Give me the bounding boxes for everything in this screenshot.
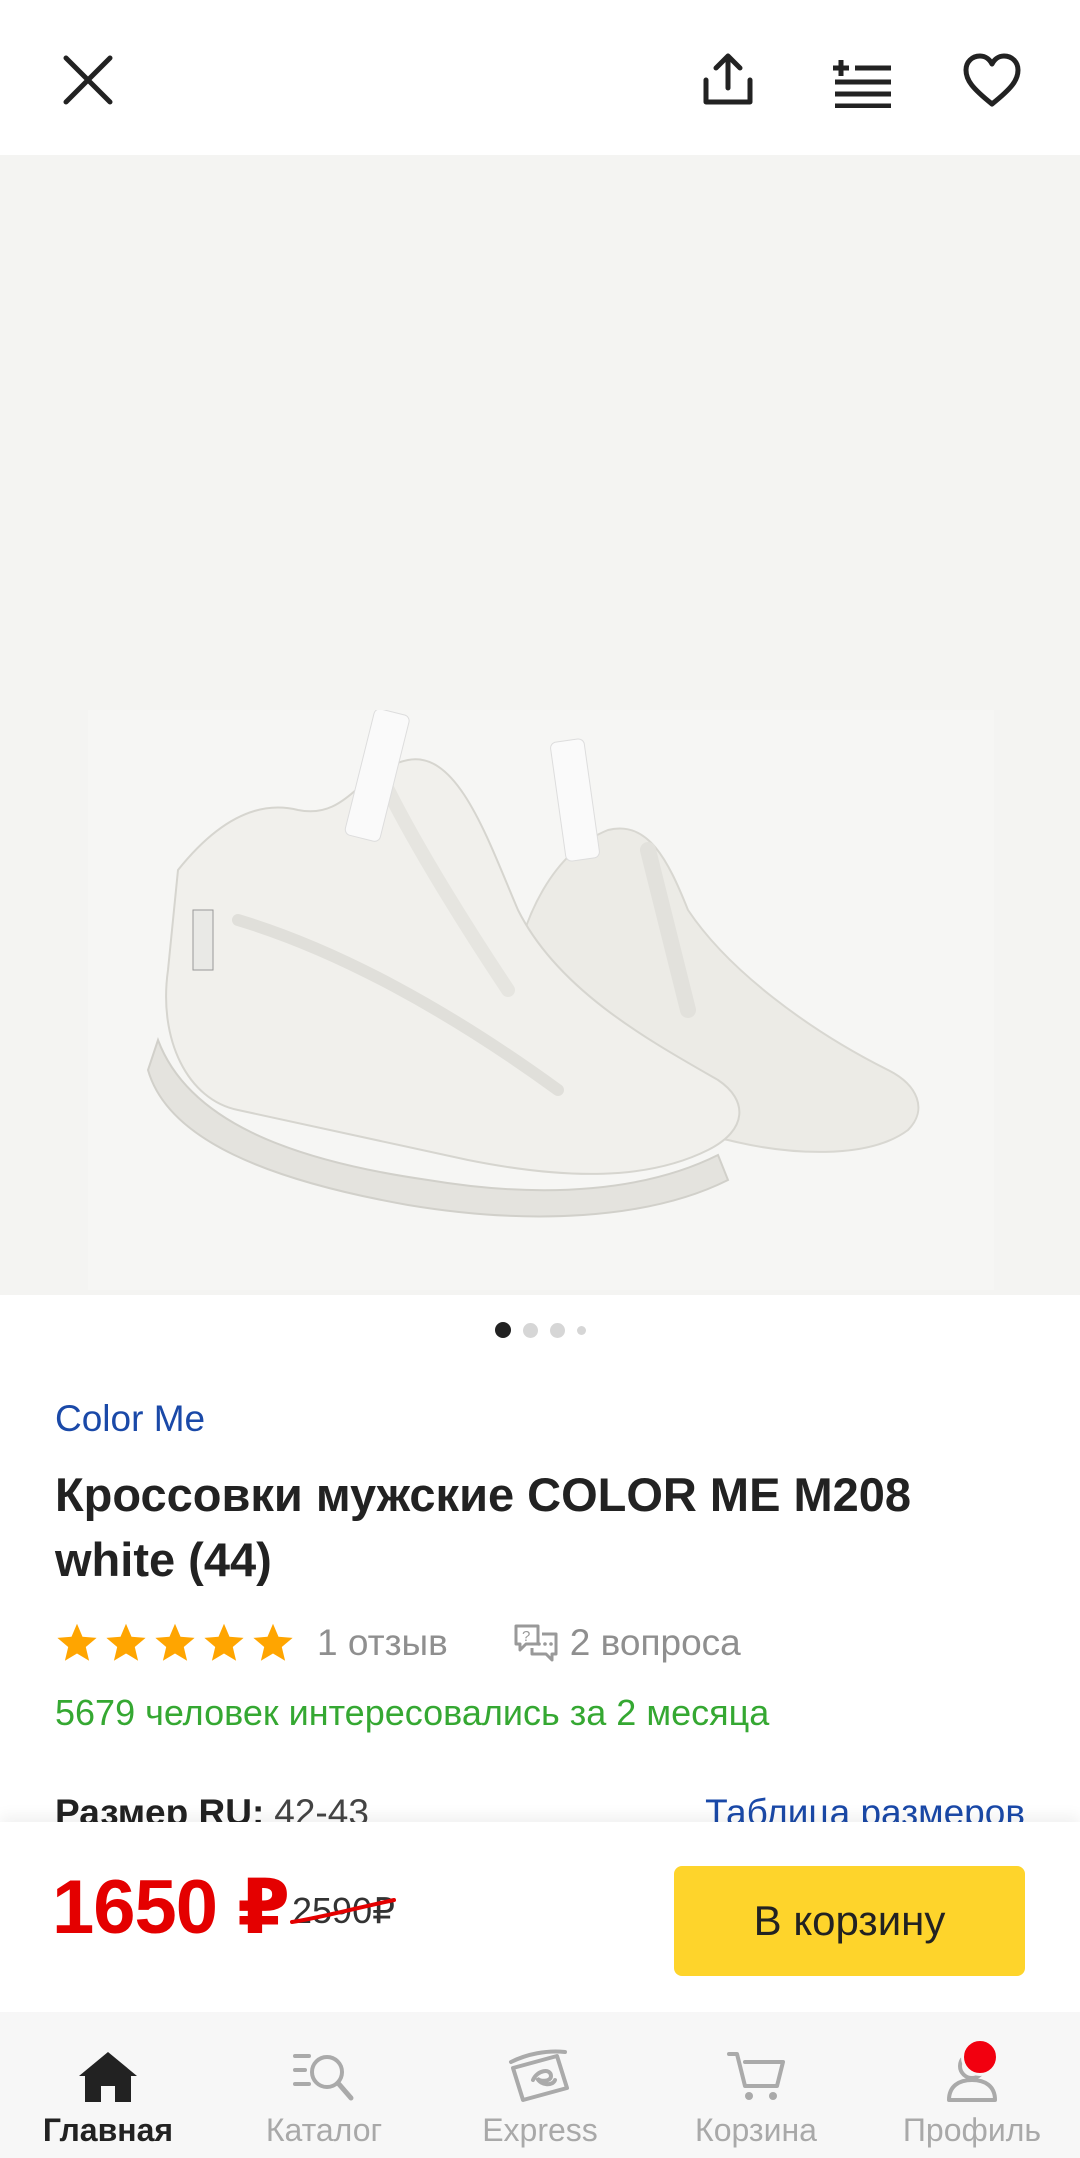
tab-cart-label: Корзина [695,2112,817,2148]
heart-icon[interactable] [952,40,1032,120]
white-sneakers-photo [88,710,994,1290]
tab-express[interactable]: Express [432,2012,648,2158]
buy-bar: 1650 ₽ 2590₽ В корзину [0,1822,1080,2012]
brand-link[interactable]: Color Me [55,1398,205,1440]
questions-icon: ? [514,1624,558,1662]
pagination-dot[interactable] [549,1322,565,1338]
current-price: 1650 ₽ [52,1865,290,1950]
rating-stars[interactable] [55,1621,295,1665]
svg-text:?: ? [522,1628,530,1645]
tab-express-label: Express [482,2112,598,2148]
top-bar [0,0,1080,155]
pagination-dot[interactable] [576,1325,586,1335]
tab-home-label: Главная [42,2112,174,2148]
star-icon [155,1623,195,1661]
tab-cart[interactable]: Корзина [648,2012,864,2158]
close-icon[interactable] [48,40,128,120]
strikethrough-mark [290,1898,396,1924]
home-icon [79,2052,137,2102]
catalog-search-icon [293,2054,354,2101]
tab-catalog[interactable]: Каталог [216,2012,432,2158]
tab-profile[interactable]: Профиль [864,2012,1080,2158]
express-icon [509,2049,569,2102]
pagination-dot-active[interactable] [494,1322,511,1338]
pagination-dot[interactable] [522,1322,538,1338]
bottom-tab-bar: Главная Каталог Express Корзина Профиль [0,2012,1080,2158]
add-to-cart-button[interactable]: В корзину [674,1866,1025,1976]
questions-label: 2 вопроса [569,1622,741,1663]
add-to-list-icon[interactable] [822,40,902,120]
reviews-link[interactable]: 1 отзыв [317,1622,448,1664]
tab-profile-label: Профиль [902,2112,1042,2148]
interest-counter: 5679 человек интересовались за 2 месяца [55,1692,770,1733]
star-icon [204,1623,244,1661]
old-price: 2590₽ [290,1890,396,1932]
rating-row: 1 отзыв ? 2 вопроса [55,1617,741,1669]
tab-catalog-label: Каталог [265,2112,383,2148]
questions-link[interactable]: ? 2 вопроса [512,1620,741,1666]
share-icon[interactable] [688,40,768,120]
notification-badge [961,2038,999,2076]
gallery-pagination [0,1322,1080,1338]
tab-home[interactable]: Главная [0,2012,216,2158]
product-gallery[interactable] [0,155,1080,1295]
star-icon [57,1623,97,1661]
cart-icon [727,2052,785,2100]
star-icon [253,1623,293,1661]
product-title: Кроссовки мужские COLOR ME M208 white (4… [55,1468,912,1586]
star-icon [106,1623,146,1661]
